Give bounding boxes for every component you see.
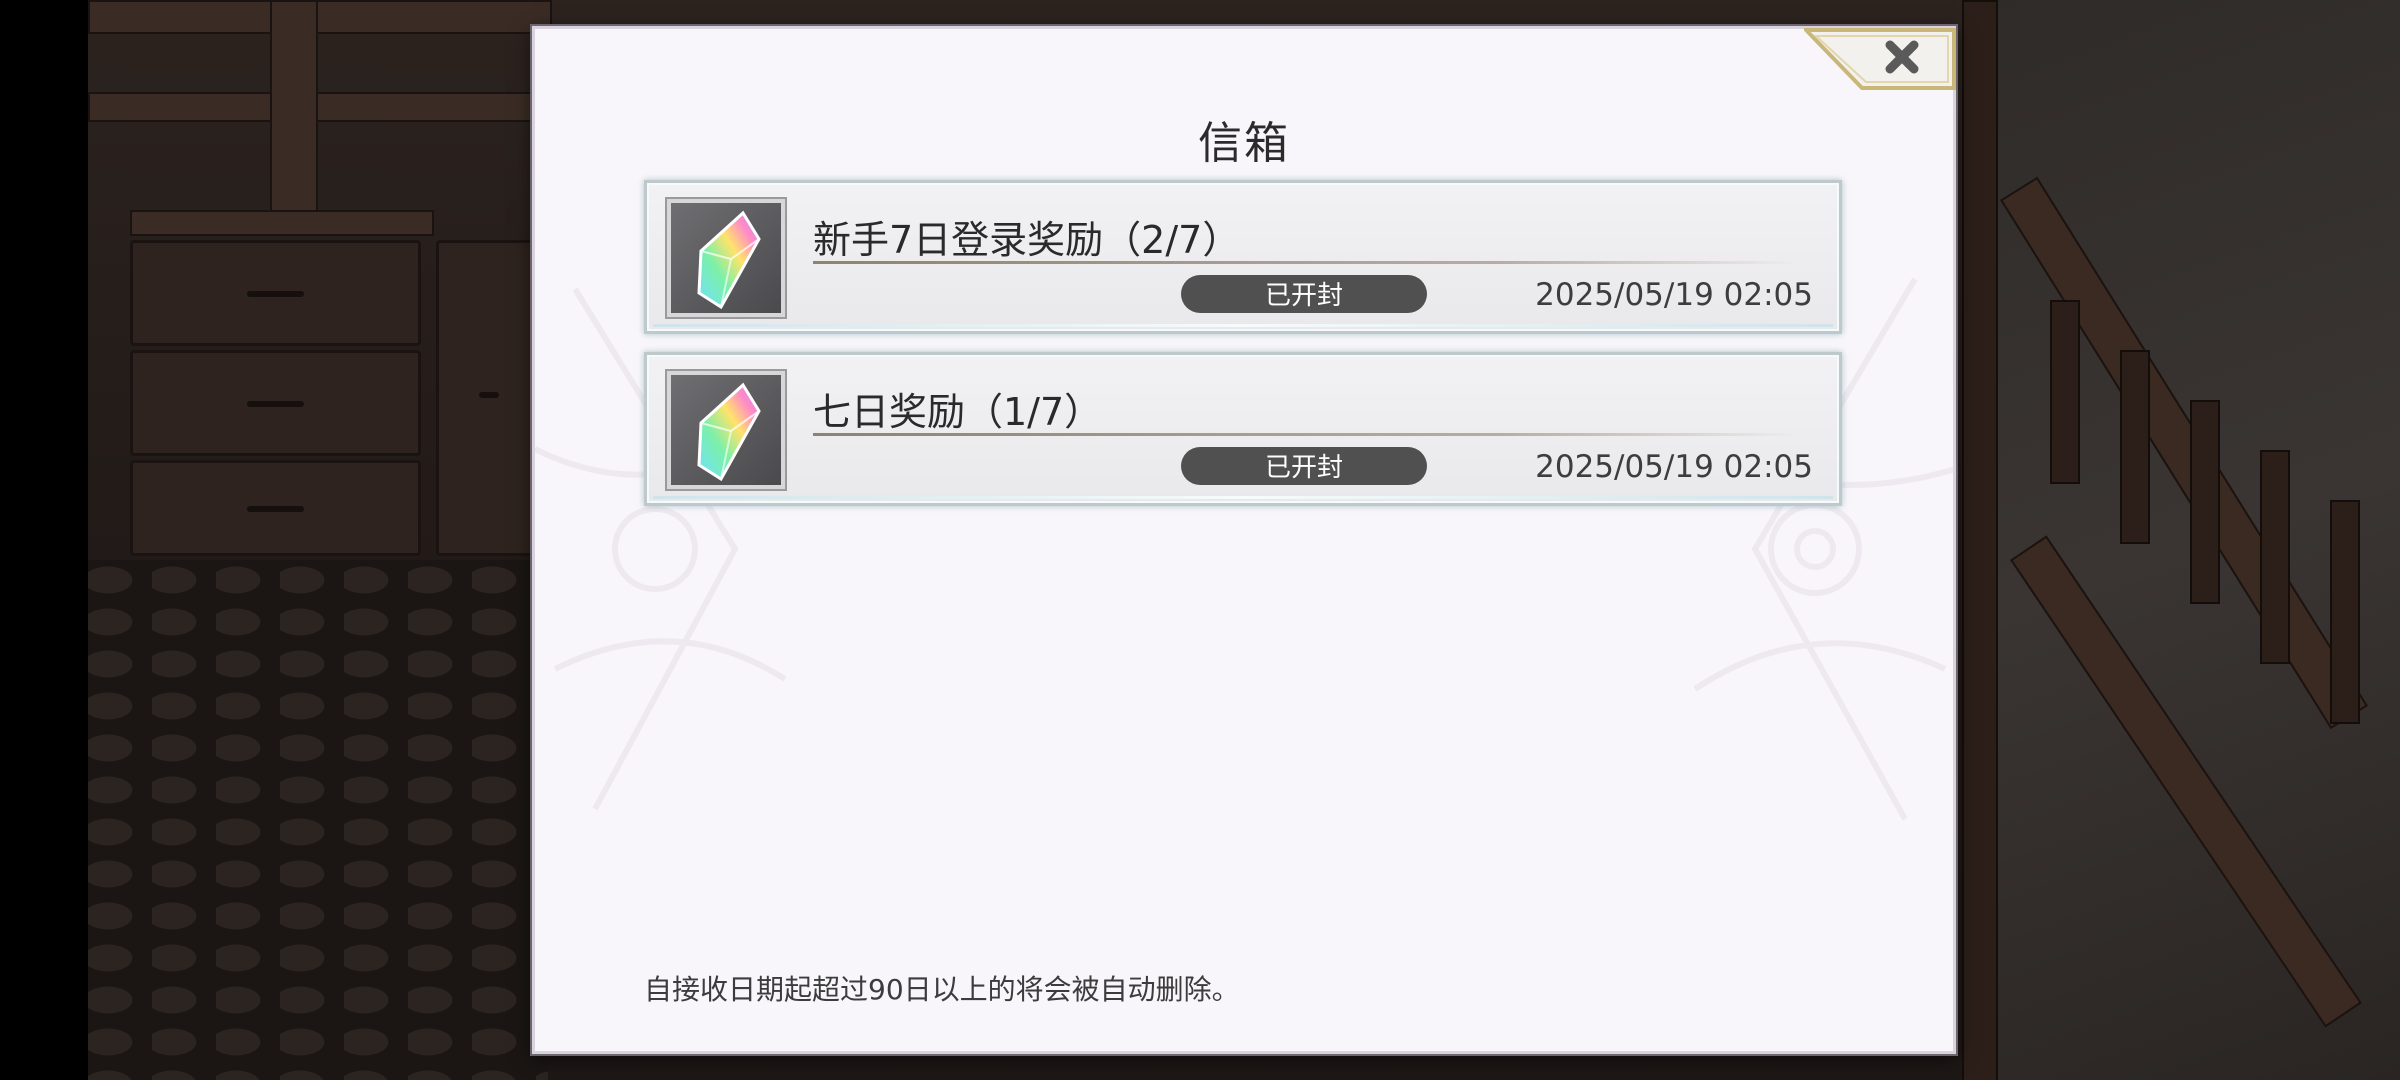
background-beam [130,210,434,236]
background-drawer [436,240,542,556]
background-drawer [130,240,421,346]
status-badge: 已开封 [1181,447,1427,485]
mail-timestamp: 2025/05/19 02:05 [1535,277,1813,313]
background-baluster [2330,500,2360,724]
auto-delete-notice: 自接收日期起超过90日以上的将会被自动删除。 [644,973,1240,1006]
rainbow-crystal-icon [697,210,761,310]
mail-item[interactable]: 七日奖励（1/7） 已开封 2025/05/19 02:05 [644,352,1842,506]
mail-item-icon-frame [667,371,785,489]
ornament-right-icon [1683,277,1953,821]
background-floor [88,560,548,1080]
background-post [1962,0,1998,1080]
background-baluster [2260,450,2290,664]
mail-title: 七日奖励（1/7） [813,390,1103,434]
status-badge: 已开封 [1181,275,1427,313]
mail-title: 新手7日登录奖励（2/7） [813,218,1241,262]
dialog-title: 信箱 [1198,118,1290,169]
background-beam [270,0,318,234]
mail-item-frame-line [653,496,1833,499]
background-baluster [2050,300,2080,484]
game-screen: 信箱 新手7日登录奖励（2/7） 已开封 2025/05/19 02:05 七日… [0,0,2400,1080]
mail-title-divider [813,261,1797,264]
close-x-icon [1804,28,1956,90]
background-beam [88,92,552,122]
mail-title-divider [813,433,1797,436]
background-beam [88,0,552,34]
background-baluster [2120,350,2150,544]
rainbow-crystal-icon [697,382,761,482]
background-drawer [130,460,421,556]
background-baluster [2190,400,2220,604]
close-button[interactable] [1804,28,1956,94]
background-drawer [130,350,421,456]
mail-timestamp: 2025/05/19 02:05 [1535,449,1813,485]
ornament-left-icon [535,287,787,811]
mail-item-frame-line [653,324,1833,327]
mail-item[interactable]: 新手7日登录奖励（2/7） 已开封 2025/05/19 02:05 [644,180,1842,334]
mail-item-icon-frame [667,199,785,317]
